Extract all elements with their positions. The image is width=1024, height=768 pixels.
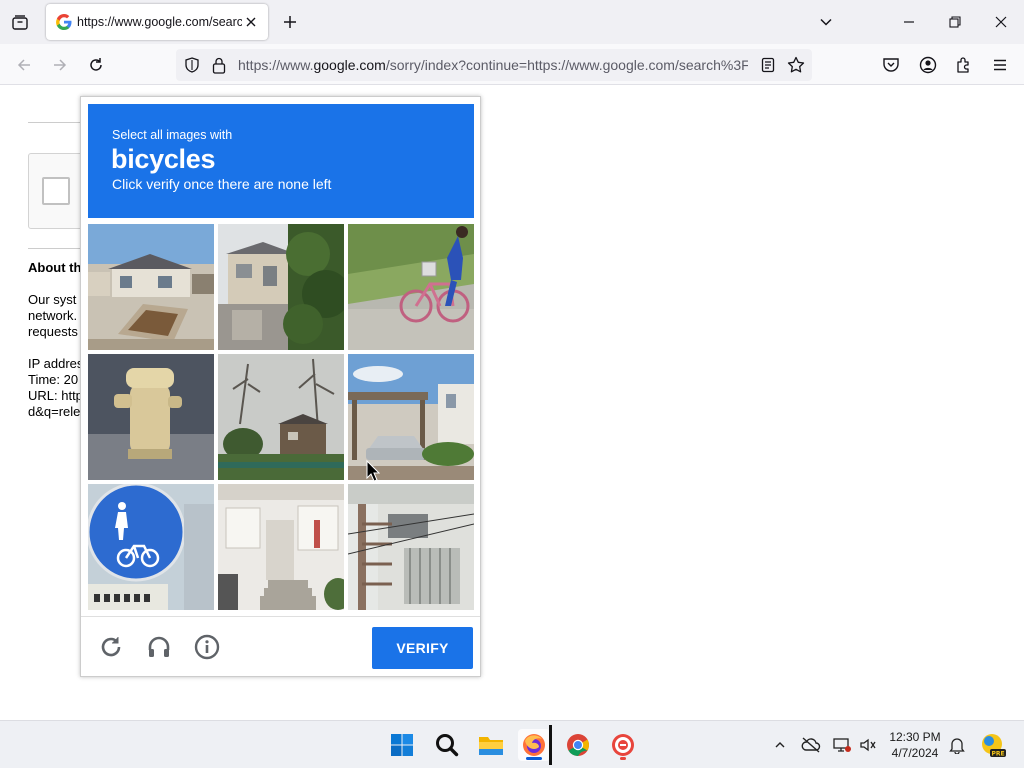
image-tile-house-entrance[interactable] [218, 484, 344, 610]
image-tile-house-with-trees[interactable] [218, 354, 344, 480]
mouse-cursor-icon [366, 459, 381, 487]
page-text: Our syst [28, 292, 77, 307]
headphones-icon[interactable] [144, 632, 174, 662]
image-tile-building-with-pipes[interactable] [348, 484, 474, 610]
image-tile-bicycle-road-sign[interactable] [88, 484, 214, 610]
file-explorer-icon[interactable] [475, 729, 507, 761]
close-window-icon[interactable] [986, 7, 1016, 37]
navigation-bar: https://www.google.com/sorry/index?conti… [0, 44, 1024, 85]
volume-muted-icon[interactable] [858, 735, 878, 755]
running-indicator [620, 757, 626, 760]
svg-text:PRE: PRE [991, 751, 1004, 758]
back-icon[interactable] [11, 52, 37, 78]
bookmark-star-icon[interactable] [787, 56, 805, 79]
taskbar: 12:30 PM 4/7/2024 PRE [0, 720, 1024, 768]
notification-bell-icon[interactable] [947, 735, 967, 755]
windows-start-icon[interactable] [386, 729, 418, 761]
lock-icon[interactable] [211, 56, 227, 79]
new-tab-icon[interactable] [279, 11, 301, 33]
pocket-icon[interactable] [878, 52, 904, 78]
captcha-challenge: Select all images with bicycles Click ve… [80, 96, 481, 677]
image-tile-fire-hydrant[interactable] [88, 354, 214, 480]
recaptcha-checkbox[interactable] [42, 177, 70, 205]
forward-icon[interactable] [47, 52, 73, 78]
url-text[interactable]: https://www.google.com/sorry/index?conti… [238, 57, 748, 73]
page-text: URL: http [28, 388, 83, 403]
image-tile-house-with-garden[interactable] [88, 224, 214, 350]
divider [28, 122, 88, 123]
red-app-icon[interactable] [607, 729, 639, 761]
chevron-up-icon[interactable] [770, 735, 790, 755]
tab-title: https://www.google.com/search [77, 15, 242, 29]
google-favicon-icon [56, 14, 72, 30]
tab-list-icon[interactable] [8, 10, 32, 34]
active-indicator [526, 757, 542, 760]
about-heading: About th [28, 260, 82, 275]
image-tile-person-riding-bicycle[interactable] [348, 224, 474, 350]
clock-date: 4/7/2024 [891, 746, 939, 760]
info-icon[interactable] [192, 632, 222, 662]
network-icon[interactable] [832, 735, 852, 755]
verify-button[interactable]: VERIFY [372, 627, 473, 669]
menu-icon[interactable] [987, 52, 1013, 78]
close-tab-icon[interactable] [242, 13, 260, 31]
minimize-icon[interactable] [894, 7, 924, 37]
image-grid [88, 224, 474, 610]
recaptcha-widget [28, 153, 88, 229]
taskbar-separator [549, 725, 552, 765]
tab-bar: https://www.google.com/search [0, 0, 1024, 44]
system-clock[interactable]: 12:30 PM 4/7/2024 [884, 729, 946, 761]
chevron-down-icon[interactable] [815, 11, 837, 33]
instruction-subtext: Click verify once there are none left [112, 176, 332, 192]
copilot-pre-icon[interactable]: PRE [980, 732, 1006, 758]
divider [28, 248, 88, 249]
restore-icon[interactable] [940, 7, 970, 37]
cloud-offline-icon[interactable] [801, 735, 821, 755]
shield-icon[interactable] [184, 57, 200, 78]
search-icon[interactable] [431, 729, 463, 761]
page-text: IP addres [28, 356, 84, 371]
account-icon[interactable] [915, 52, 941, 78]
target-object: bicycles [111, 144, 216, 174]
firefox-icon[interactable] [518, 729, 550, 761]
page-text: network. [28, 308, 78, 323]
image-tile-houses-with-tree[interactable] [218, 224, 344, 350]
extensions-icon[interactable] [951, 52, 977, 78]
address-bar[interactable]: https://www.google.com/sorry/index?conti… [176, 49, 812, 81]
page-text: Time: 20 [28, 372, 79, 387]
captcha-header: Select all images with bicycles Click ve… [88, 104, 474, 218]
chrome-icon[interactable] [562, 729, 594, 761]
reader-view-icon[interactable] [760, 57, 776, 78]
reload-icon[interactable] [83, 52, 109, 78]
reload-challenge-icon[interactable] [96, 632, 126, 662]
page-text: requests [28, 324, 78, 339]
browser-tab[interactable]: https://www.google.com/search [46, 4, 268, 40]
instruction-text: Select all images with [112, 128, 233, 142]
page-text: d&q=rele [28, 404, 81, 419]
captcha-footer: VERIFY [81, 616, 480, 676]
clock-time: 12:30 PM [889, 730, 941, 744]
